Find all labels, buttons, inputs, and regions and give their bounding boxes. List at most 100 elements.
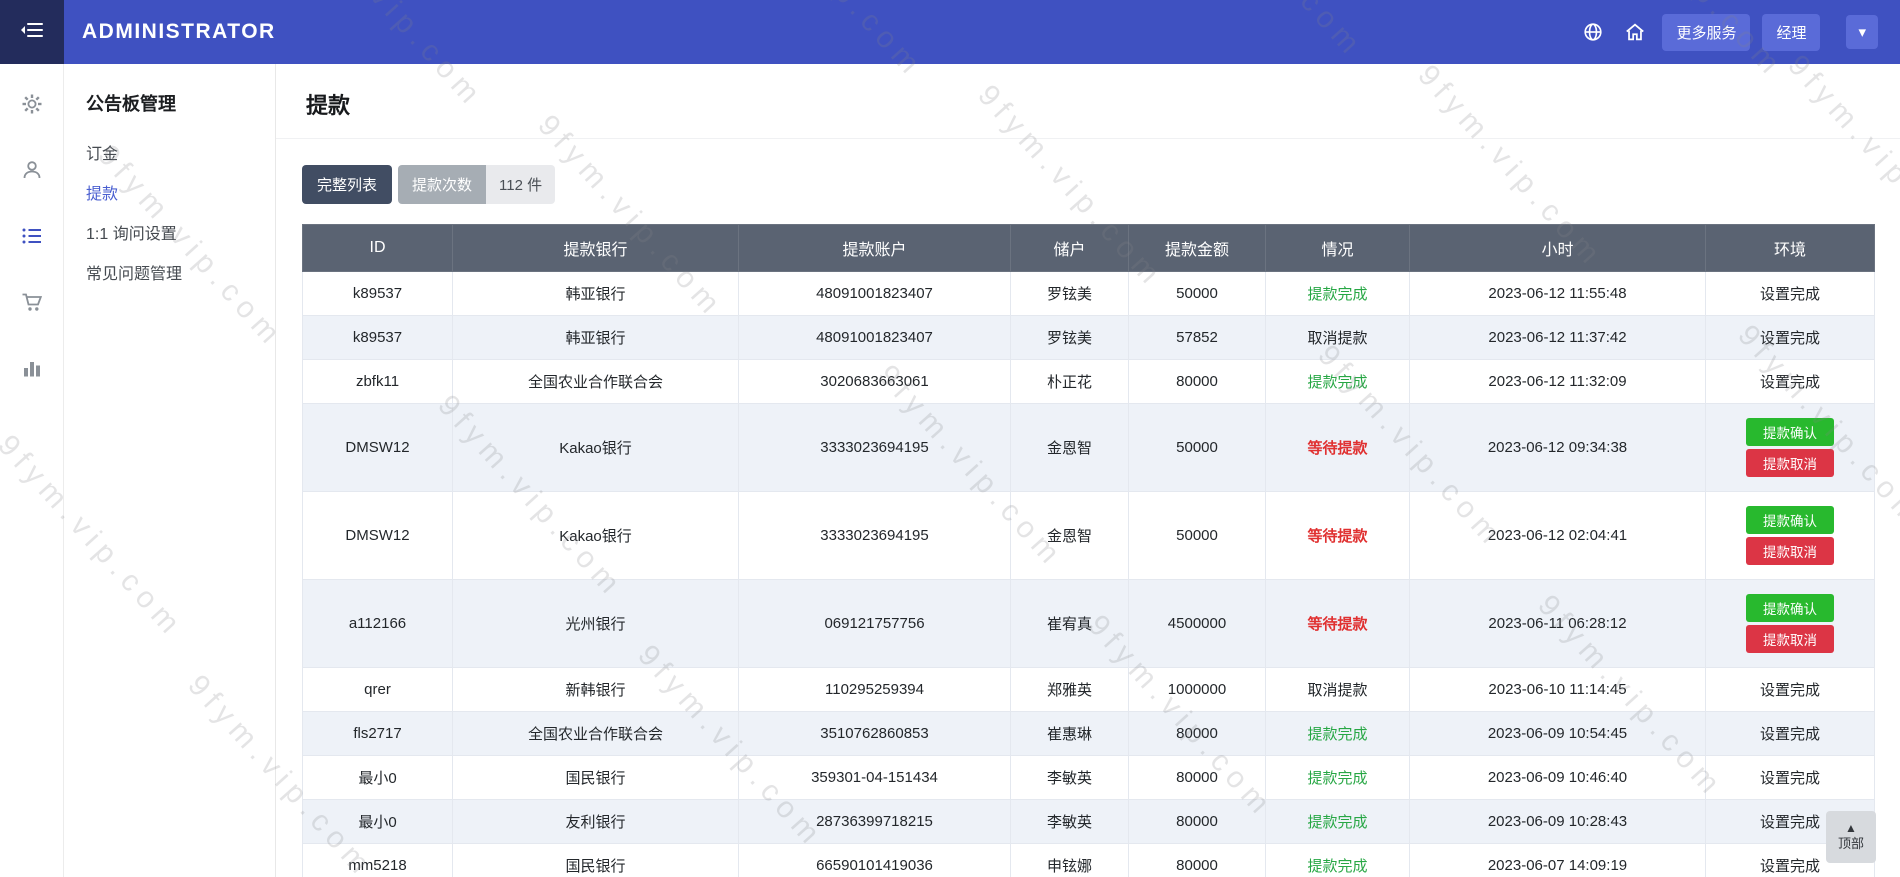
list-icon — [20, 224, 44, 253]
withdrawals-table: ID提款银行提款账户储户提款金额情况小时环境 k89537韩亚银行4809100… — [302, 224, 1875, 877]
cell-time: 2023-06-09 10:54:45 — [1410, 712, 1706, 756]
column-header: 小时 — [1410, 225, 1706, 272]
cell-amount: 50000 — [1129, 272, 1266, 316]
cell-status: 取消提款 — [1266, 316, 1410, 360]
cell-status: 等待提款 — [1266, 580, 1410, 668]
cell-depositor: 金恩智 — [1011, 404, 1129, 492]
cancel-withdraw-button[interactable]: 提款取消 — [1746, 449, 1834, 477]
cell-account: 3333023694195 — [739, 404, 1011, 492]
topbar-actions: 更多服务 经理 ▾ — [1578, 0, 1900, 64]
sidebar-item-users[interactable] — [18, 158, 46, 186]
count-badge: 112 件 — [486, 165, 555, 204]
cell-account: 28736399718215 — [739, 800, 1011, 844]
table-row: DMSW12Kakao银行3333023694195金恩智50000等待提款20… — [303, 492, 1875, 580]
cell-depositor: 郑雅英 — [1011, 668, 1129, 712]
cell-bank: 新韩银行 — [453, 668, 739, 712]
confirm-withdraw-button[interactable]: 提款确认 — [1746, 594, 1834, 622]
cell-time: 2023-06-12 11:37:42 — [1410, 316, 1706, 360]
table-row: k89537韩亚银行48091001823407罗铉美57852取消提款2023… — [303, 316, 1875, 360]
cell-id: k89537 — [303, 316, 453, 360]
cell-bank: 国民银行 — [453, 756, 739, 800]
cell-bank: 韩亚银行 — [453, 272, 739, 316]
cell-amount: 1000000 — [1129, 668, 1266, 712]
cell-time: 2023-06-12 02:04:41 — [1410, 492, 1706, 580]
cell-amount: 4500000 — [1129, 580, 1266, 668]
cell-amount: 80000 — [1129, 844, 1266, 877]
cell-time: 2023-06-12 11:32:09 — [1410, 360, 1706, 404]
cell-time: 2023-06-10 11:14:45 — [1410, 668, 1706, 712]
sidebar-item[interactable]: 常见问题管理 — [64, 252, 275, 292]
up-arrow-icon: ▲ — [1845, 821, 1857, 836]
cell-account: 48091001823407 — [739, 316, 1011, 360]
sidebar-menu: 公告板管理 订金提款1:1 询问设置常见问题管理 — [64, 64, 276, 877]
cell-bank: 全国农业合作联合会 — [453, 360, 739, 404]
sidebar-menu-items: 订金提款1:1 询问设置常见问题管理 — [64, 132, 275, 292]
cell-bank: 国民银行 — [453, 844, 739, 877]
cell-account: 069121757756 — [739, 580, 1011, 668]
table-row: k89537韩亚银行48091001823407罗铉美50000提款完成2023… — [303, 272, 1875, 316]
cart-icon — [20, 290, 44, 319]
more-services-button[interactable]: 更多服务 — [1662, 14, 1750, 51]
cell-status: 提款完成 — [1266, 712, 1410, 756]
cell-env: 设置完成 — [1706, 272, 1875, 316]
full-list-button[interactable]: 完整列表 — [302, 165, 392, 204]
main-layout: 公告板管理 订金提款1:1 询问设置常见问题管理 提款 完整列表 提款次数 11… — [0, 64, 1900, 877]
cell-time: 2023-06-07 14:09:19 — [1410, 844, 1706, 877]
table-row: mm5218国民银行66590101419036申铉娜80000提款完成2023… — [303, 844, 1875, 877]
cell-depositor: 崔惠琳 — [1011, 712, 1129, 756]
chevron-down-icon: ▾ — [1858, 24, 1866, 41]
icon-rail — [0, 64, 64, 877]
cell-account: 3020683663061 — [739, 360, 1011, 404]
cell-id: k89537 — [303, 272, 453, 316]
sidebar-item-stats[interactable] — [18, 356, 46, 384]
table-header-row: ID提款银行提款账户储户提款金额情况小时环境 — [303, 225, 1875, 272]
table-row: zbfk11全国农业合作联合会3020683663061朴正花80000提款完成… — [303, 360, 1875, 404]
cell-id: zbfk11 — [303, 360, 453, 404]
back-to-top-button[interactable]: ▲ 顶部 — [1826, 811, 1876, 863]
home-icon[interactable] — [1620, 17, 1650, 47]
cell-status: 提款完成 — [1266, 844, 1410, 877]
cell-env: 提款确认提款取消 — [1706, 404, 1875, 492]
cell-account: 48091001823407 — [739, 272, 1011, 316]
table-row: 最小0友利银行28736399718215李敏英80000提款完成2023-06… — [303, 800, 1875, 844]
sidebar-item[interactable]: 1:1 询问设置 — [64, 212, 275, 252]
back-to-top-label: 顶部 — [1838, 836, 1864, 852]
cell-id: DMSW12 — [303, 404, 453, 492]
cell-env: 设置完成 — [1706, 316, 1875, 360]
cell-status: 提款完成 — [1266, 360, 1410, 404]
cell-bank: 全国农业合作联合会 — [453, 712, 739, 756]
cell-amount: 80000 — [1129, 712, 1266, 756]
sidebar-item[interactable]: 提款 — [64, 172, 275, 212]
sidebar-menu-title: 公告板管理 — [64, 90, 275, 132]
sidebar-item[interactable]: 订金 — [64, 132, 275, 172]
cell-account: 3510762860853 — [739, 712, 1011, 756]
page-title: 提款 — [306, 88, 1870, 120]
cell-env: 设置完成 — [1706, 360, 1875, 404]
user-dropdown-button[interactable]: ▾ — [1846, 15, 1878, 49]
confirm-withdraw-button[interactable]: 提款确认 — [1746, 506, 1834, 534]
cell-time: 2023-06-12 11:55:48 — [1410, 272, 1706, 316]
cell-depositor: 崔宥真 — [1011, 580, 1129, 668]
confirm-withdraw-button[interactable]: 提款确认 — [1746, 418, 1834, 446]
sidebar-item-settings[interactable] — [18, 92, 46, 120]
sidebar-toggle-button[interactable] — [0, 0, 64, 64]
column-header: 情况 — [1266, 225, 1410, 272]
table-row: a112166光州银行069121757756崔宥真4500000等待提款202… — [303, 580, 1875, 668]
cell-time: 2023-06-11 06:28:12 — [1410, 580, 1706, 668]
sidebar-item-board[interactable] — [18, 224, 46, 252]
manager-button[interactable]: 经理 — [1762, 14, 1820, 51]
cell-status: 提款完成 — [1266, 272, 1410, 316]
toolbar: 完整列表 提款次数 112 件 — [302, 165, 1872, 204]
cell-env: 设置完成 — [1706, 756, 1875, 800]
cell-amount: 80000 — [1129, 756, 1266, 800]
cancel-withdraw-button[interactable]: 提款取消 — [1746, 537, 1834, 565]
cell-depositor: 朴正花 — [1011, 360, 1129, 404]
cell-id: 最小0 — [303, 800, 453, 844]
sidebar-toggle-icon — [20, 20, 44, 45]
globe-icon[interactable] — [1578, 17, 1608, 47]
app-title: ADMINISTRATOR — [82, 0, 276, 64]
cancel-withdraw-button[interactable]: 提款取消 — [1746, 625, 1834, 653]
withdraw-count-button[interactable]: 提款次数 — [398, 165, 486, 204]
cell-bank: 友利银行 — [453, 800, 739, 844]
sidebar-item-orders[interactable] — [18, 290, 46, 318]
